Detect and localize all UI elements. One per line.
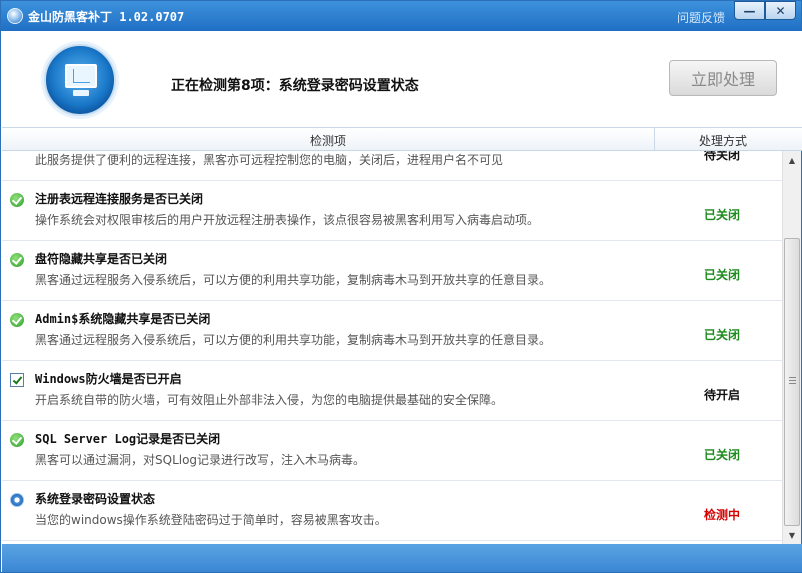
list-item: 此服务提供了便利的远程连接，黑客亦可远程控制您的电脑，关闭后，进程用户名不可见 … xyxy=(2,151,782,181)
grip-icon xyxy=(789,377,796,384)
list-item: 盘符隐藏共享是否已关闭 黑客通过远程服务入侵系统后，可以方便的利用共享功能，复制… xyxy=(2,241,782,301)
item-status[interactable]: 待开启 xyxy=(704,386,740,403)
minimize-button[interactable]: — xyxy=(734,1,765,20)
item-description: 黑客可以通过漏洞，对SQLlog记录进行改写，注入木马病毒。 xyxy=(35,453,366,467)
item-title: 注册表远程连接服务是否已关闭 xyxy=(35,192,204,206)
scroll-up-button[interactable]: ▲ xyxy=(783,151,801,169)
item-title: Admin$系统隐藏共享是否已关闭 xyxy=(35,312,211,326)
app-logo-icon xyxy=(7,8,23,24)
column-header-action: 处理方式 xyxy=(699,134,748,148)
app-window: 金山防黑客补丁 1.02.0707 问题反馈 — ✕ 正在检测第8项：系统登录密… xyxy=(0,0,802,573)
check-item-list[interactable]: 此服务提供了便利的远程连接，黑客亦可远程控制您的电脑，关闭后，进程用户名不可见 … xyxy=(2,151,782,544)
list-item: Admin$系统隐藏共享是否已关闭 黑客通过远程服务入侵系统后，可以方便的利用共… xyxy=(2,301,782,361)
item-description: 操作系统会对权限审核后的用户开放远程注册表操作，该点很容易被黑客利用写入病毒启动… xyxy=(35,213,540,227)
item-description: 开启系统自带的防火墙，可有效阻止外部非法入侵，为您的电脑提供最基础的安全保障。 xyxy=(35,393,504,407)
item-description: 当您的windows操作系统登陆密码过于简单时，容易被黑客攻击。 xyxy=(35,513,387,527)
item-status: 检测中 xyxy=(704,508,741,522)
checkbox-icon[interactable] xyxy=(10,373,24,387)
ok-icon xyxy=(10,433,24,447)
item-status: 已关闭 xyxy=(704,268,741,282)
vertical-scrollbar[interactable]: ▲ ▼ xyxy=(782,151,801,544)
process-now-button[interactable]: 立即处理 xyxy=(669,60,777,96)
scroll-thumb[interactable] xyxy=(784,238,800,526)
feedback-link[interactable]: 问题反馈 xyxy=(677,9,725,26)
item-title: 盘符隐藏共享是否已关闭 xyxy=(35,252,168,266)
ok-icon xyxy=(10,193,24,207)
scan-header: 正在检测第8项：系统登录密码设置状态 立即处理 xyxy=(2,31,802,127)
list-item: 注册表远程连接服务是否已关闭 操作系统会对权限审核后的用户开放远程注册表操作，该… xyxy=(2,181,782,241)
scan-status-text: 正在检测第8项：系统登录密码设置状态 xyxy=(171,78,419,94)
ok-icon xyxy=(10,253,24,267)
list-item: 系统登录密码设置状态 当您的windows操作系统登陆密码过于简单时，容易被黑客… xyxy=(2,481,782,541)
item-description: 黑客通过远程服务入侵系统后，可以方便的利用共享功能，复制病毒木马到开放共享的任意… xyxy=(35,273,552,287)
monitor-icon xyxy=(65,64,97,88)
window-title: 金山防黑客补丁 1.02.0707 xyxy=(28,10,185,24)
item-description: 黑客通过远程服务入侵系统后，可以方便的利用共享功能，复制病毒木马到开放共享的任意… xyxy=(35,333,552,347)
item-title: Windows防火墙是否已开启 xyxy=(35,372,182,386)
close-button[interactable]: ✕ xyxy=(765,1,796,20)
column-header: 检测项 处理方式 xyxy=(2,127,802,151)
column-divider xyxy=(654,128,655,150)
item-status: 已关闭 xyxy=(704,448,741,462)
ok-icon xyxy=(10,313,24,327)
monitor-shield-icon xyxy=(44,44,116,116)
item-title: SQL Server Log记录是否已关闭 xyxy=(35,432,221,446)
item-description: 此服务提供了便利的远程连接，黑客亦可远程控制您的电脑，关闭后，进程用户名不可见 xyxy=(35,153,504,167)
list-item: Windows防火墙是否已开启 开启系统自带的防火墙，可有效阻止外部非法入侵，为… xyxy=(2,361,782,421)
column-header-item: 检测项 xyxy=(310,134,347,148)
title-bar[interactable]: 金山防黑客补丁 1.02.0707 问题反馈 — ✕ xyxy=(1,1,801,31)
item-status: 已关闭 xyxy=(704,328,741,342)
list-item: SQL Server Log记录是否已关闭 黑客可以通过漏洞，对SQLlog记录… xyxy=(2,421,782,481)
scanning-icon xyxy=(10,493,24,507)
item-status[interactable]: 待关闭 xyxy=(704,151,740,163)
item-status: 已关闭 xyxy=(704,208,741,222)
item-title: 系统登录密码设置状态 xyxy=(35,492,156,506)
footer-bar xyxy=(2,544,802,572)
scroll-down-button[interactable]: ▼ xyxy=(783,526,801,544)
